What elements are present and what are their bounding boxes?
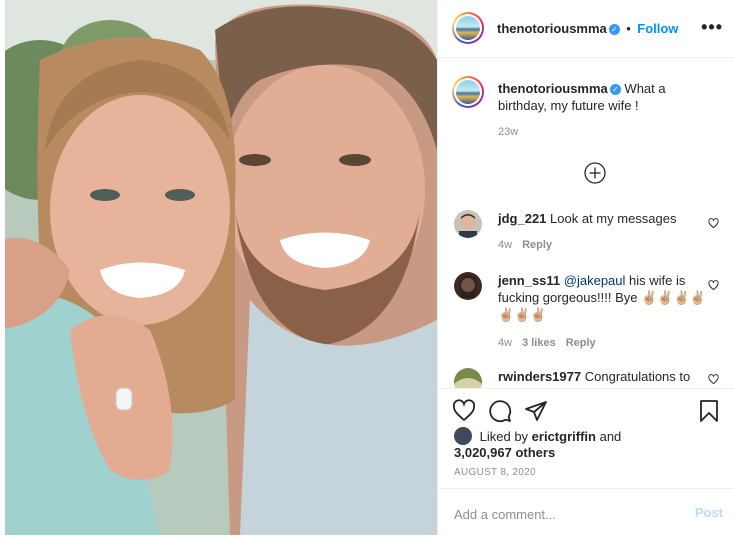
comment-item: jenn_ss11 @jakepaul his wife is fucking … bbox=[454, 272, 719, 352]
post-comment-button[interactable]: Post bbox=[695, 505, 723, 520]
liker-username[interactable]: erictgriffin bbox=[532, 429, 596, 444]
comment-item: jdg_221 Look at my messages 4w Reply bbox=[454, 210, 719, 260]
comment-likes[interactable]: 3 likes bbox=[522, 337, 556, 349]
add-comment-input[interactable] bbox=[452, 501, 676, 527]
caption-avatar[interactable] bbox=[452, 76, 484, 108]
author-avatar[interactable] bbox=[452, 12, 484, 44]
follow-button[interactable]: Follow bbox=[637, 21, 678, 36]
comment-text: Look at my messages bbox=[550, 211, 677, 226]
comment-text: Congratulations to bbox=[584, 369, 691, 384]
caption: thenotoriousmma ✓ What a birthday, my fut… bbox=[452, 76, 719, 141]
post-sidebar: thenotoriousmma ✓ • Follow ••• thenotorio… bbox=[437, 0, 734, 535]
comment-age[interactable]: 4w bbox=[498, 239, 512, 251]
likes-prefix: Liked by bbox=[479, 429, 529, 444]
post-actions: Liked by erictgriffin and 3,020,967 othe… bbox=[438, 388, 734, 536]
plus-circle-icon[interactable] bbox=[584, 162, 606, 184]
author-username[interactable]: thenotoriousmma bbox=[497, 21, 607, 36]
author-line: thenotoriousmma ✓ • Follow bbox=[497, 20, 678, 38]
comment-heart-icon[interactable] bbox=[708, 280, 719, 291]
comment-age[interactable]: 4w bbox=[498, 337, 512, 349]
comment-item: rwinders1977 Congratulations to bbox=[454, 368, 719, 388]
commenter-avatar[interactable] bbox=[454, 368, 482, 388]
instagram-post: thenotoriousmma ✓ • Follow ••• thenotorio… bbox=[0, 0, 734, 535]
liker-avatar[interactable] bbox=[454, 427, 472, 445]
likes-count[interactable]: 3,020,967 others bbox=[454, 445, 555, 460]
likes-joiner: and bbox=[599, 429, 622, 444]
comment-username[interactable]: jenn_ss11 bbox=[498, 273, 560, 288]
reply-button[interactable]: Reply bbox=[522, 239, 552, 251]
comment-heart-icon[interactable] bbox=[708, 374, 719, 385]
verified-badge-icon: ✓ bbox=[608, 24, 620, 35]
comment-mention-link[interactable]: @jakepaul bbox=[564, 273, 626, 288]
caption-text-block: thenotoriousmma ✓ What a birthday, my fut… bbox=[498, 80, 708, 141]
likes-summary: Liked by erictgriffin and 3,020,967 othe… bbox=[454, 427, 621, 461]
commenter-avatar[interactable] bbox=[454, 210, 482, 238]
post-photo[interactable] bbox=[0, 0, 437, 535]
caption-age[interactable]: 23w bbox=[498, 124, 708, 141]
bookmark-icon[interactable] bbox=[697, 399, 721, 423]
heart-icon[interactable] bbox=[452, 399, 476, 423]
comment-username[interactable]: rwinders1977 bbox=[498, 369, 581, 384]
verified-badge-icon: ✓ bbox=[609, 84, 621, 95]
comment-heart-icon[interactable] bbox=[708, 218, 719, 229]
couple-selfie-illustration bbox=[0, 0, 437, 535]
add-comment-bar: Post bbox=[438, 488, 734, 537]
comment-icon[interactable] bbox=[488, 399, 512, 423]
comments-section[interactable]: thenotoriousmma ✓ What a birthday, my fut… bbox=[438, 58, 734, 388]
reply-button[interactable]: Reply bbox=[566, 337, 596, 349]
header-separator: • bbox=[626, 21, 631, 36]
comment-username[interactable]: jdg_221 bbox=[498, 211, 546, 226]
share-icon[interactable] bbox=[524, 399, 548, 423]
post-header: thenotoriousmma ✓ • Follow ••• bbox=[438, 0, 734, 58]
more-options-icon[interactable]: ••• bbox=[701, 17, 723, 38]
commenter-avatar[interactable] bbox=[454, 272, 482, 300]
post-date[interactable]: AUGUST 8, 2020 bbox=[454, 467, 536, 478]
caption-username[interactable]: thenotoriousmma bbox=[498, 81, 608, 96]
